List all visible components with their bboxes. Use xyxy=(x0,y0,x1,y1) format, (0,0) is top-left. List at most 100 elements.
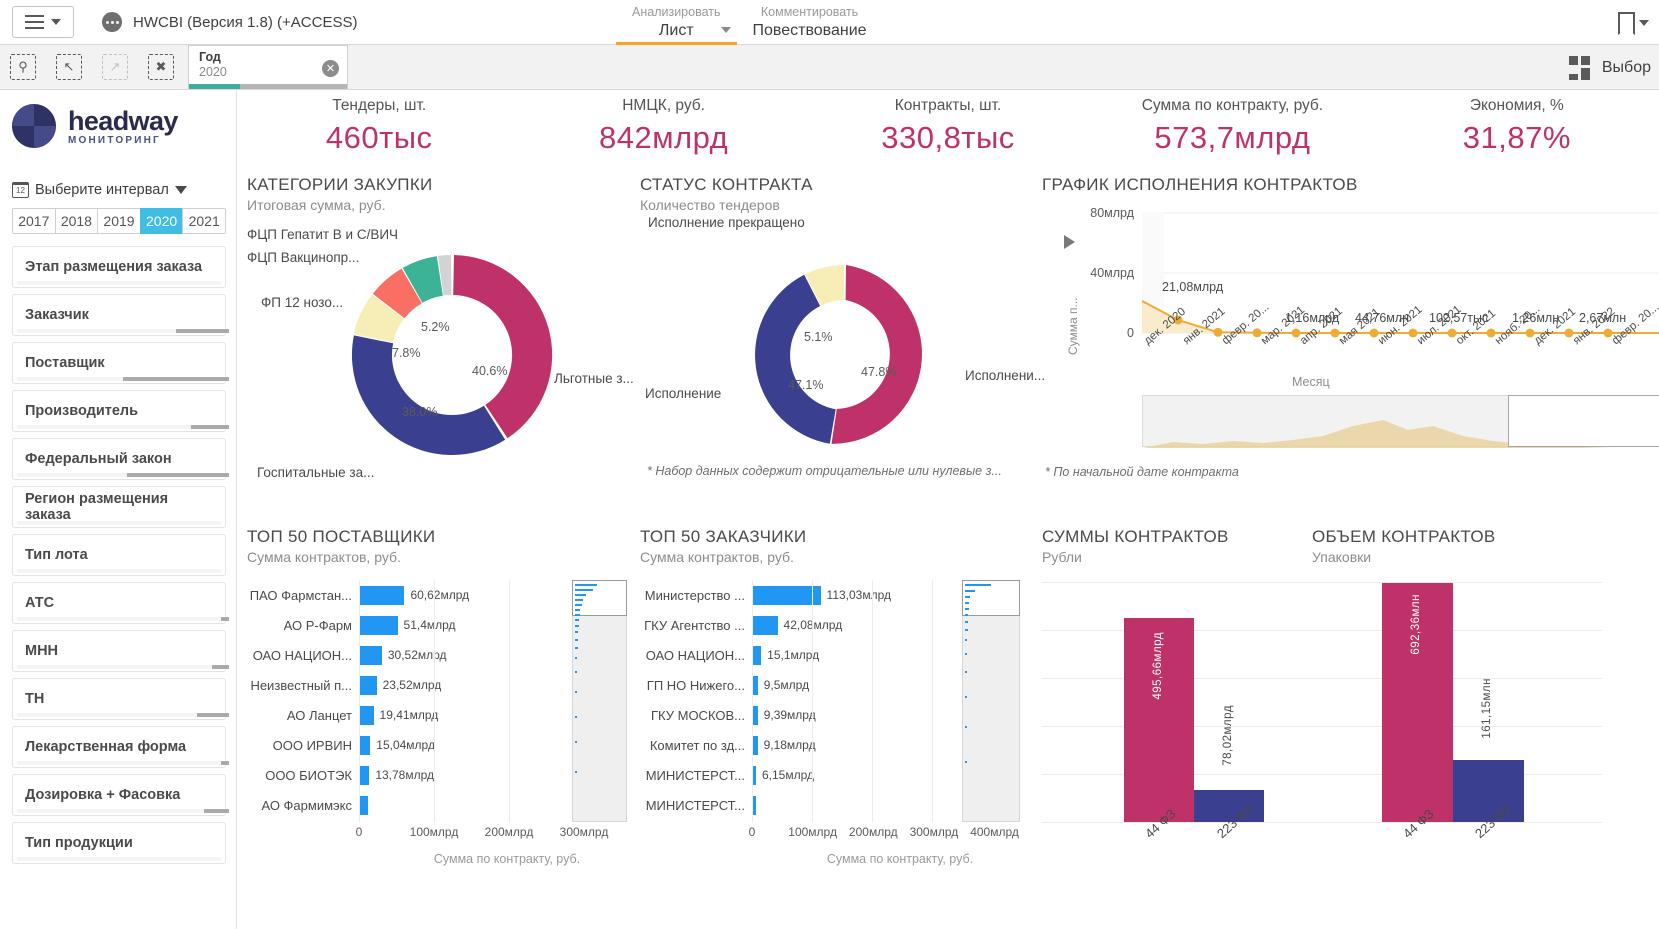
status-donut-chart[interactable]: Исполнение прекращено Исполнение Исполне… xyxy=(640,215,1045,480)
filter-8[interactable]: АТС xyxy=(12,582,229,624)
kpi-value: 460тыс xyxy=(325,120,433,155)
bar-category-label: ГКУ Агентство ... xyxy=(644,617,745,633)
filter-11[interactable]: Лекарственная форма xyxy=(12,726,229,768)
sheet-grid-icon[interactable] xyxy=(1568,55,1590,80)
bookmark-icon[interactable] xyxy=(1618,12,1635,33)
filter-3[interactable]: Поставщик xyxy=(12,342,229,384)
brand-mark-icon xyxy=(12,104,56,148)
brush-selection-window[interactable] xyxy=(1508,395,1659,447)
filter-label: Тип лота xyxy=(25,547,88,563)
bar-category-label: АО Ланцет xyxy=(286,707,352,723)
year-filter: 2017 2018 2019 2020 2021 xyxy=(12,208,226,234)
tab-comment[interactable]: Комментировать Повествование xyxy=(737,0,883,45)
year-option-2021[interactable]: 2021 xyxy=(182,208,226,234)
chevron-down-icon[interactable] xyxy=(174,186,187,194)
x-tick-label: 200млрд xyxy=(484,825,534,839)
filter-13[interactable]: Тип продукции xyxy=(12,822,226,864)
x-tick-label: 300млрд xyxy=(909,825,959,839)
bar-category-label: ОАО НАЦИОН... xyxy=(252,647,352,663)
filter-scroll-thumb[interactable] xyxy=(197,713,229,717)
tab-analyze-label: Лист xyxy=(658,21,694,39)
panel-contract-volume-subtitle: Упаковки xyxy=(1312,549,1372,565)
filter-10[interactable]: ТН xyxy=(12,678,229,720)
filter-label: Этап размещения заказа xyxy=(25,259,203,275)
clear-selections-icon[interactable]: ✖ xyxy=(148,53,174,80)
filter-scroll-thumb[interactable] xyxy=(220,761,229,765)
filter-scroll-thumb[interactable] xyxy=(123,377,229,381)
filter-scroll-thumb[interactable] xyxy=(220,617,229,621)
contract-sums-chart[interactable]: 495,66млрд 78,02млрд 44 ФЗ 223 ФЗ xyxy=(1042,580,1322,875)
selection-chip-year[interactable]: Год 2020 ✕ xyxy=(188,45,348,89)
execution-ytick-2: 80млрд xyxy=(1090,206,1134,220)
status-donut-svg[interactable] xyxy=(640,220,1040,480)
filter-scroll-track xyxy=(17,761,221,765)
categories-donut-chart[interactable]: ФЦП Гепатит В и С/ВИЧ ФЦП Вакцинопр... Ф… xyxy=(247,225,637,485)
tab-comment-caption: Комментировать xyxy=(760,4,859,19)
filter-9[interactable]: МНН xyxy=(12,630,229,672)
categories-pct-1: 38.0% xyxy=(402,405,438,419)
x-tick-label: 100млрд xyxy=(788,825,837,839)
year-option-2019[interactable]: 2019 xyxy=(97,208,140,234)
filter-1[interactable]: Этап размещения заказа xyxy=(12,246,226,288)
filter-list: Этап размещения заказа Заказчик Поставщик П… xyxy=(10,246,229,864)
filter-label: Поставщик xyxy=(25,355,105,371)
filter-scroll-thumb[interactable] xyxy=(203,809,229,813)
tab-analyze[interactable]: Анализировать Лист xyxy=(616,0,737,45)
x-tick-label: 300млрд xyxy=(559,825,609,839)
execution-line-chart[interactable]: Сумма п... 80млрд 40млрд 0 21,08млрд 1,1… xyxy=(1042,206,1659,500)
status-footnote: * Набор данных содержит отрицательные ил… xyxy=(647,464,1002,478)
filter-scroll-thumb[interactable] xyxy=(127,473,229,477)
selection-chip-field: Год xyxy=(199,50,221,64)
play-icon[interactable] xyxy=(1064,235,1075,249)
categories-label-4: ФЦП Гепатит В и С/ВИЧ xyxy=(247,227,399,242)
tab-analyze-caption: Анализировать xyxy=(632,4,721,19)
filter-2[interactable]: Заказчик xyxy=(12,294,229,336)
selection-search-icon[interactable]: ⚲ xyxy=(10,53,36,80)
app-title: HWCBI (Версия 1.8) (+ACCESS) xyxy=(133,13,358,31)
year-option-2018[interactable]: 2018 xyxy=(54,208,98,234)
top-customers-chart[interactable]: Министерство ... 113,03млрд ГКУ Агентство … xyxy=(640,580,1040,870)
kpi-label: Сумма по контракту, руб. xyxy=(1141,97,1324,114)
contract-volume-chart[interactable]: 692,36млн 161,15млн 44 ФЗ 223 ФЗ xyxy=(1312,580,1602,875)
filter-label: ТН xyxy=(25,691,45,707)
filter-label: Регион размещения заказа xyxy=(25,491,169,523)
contract-sums-value-0: 495,66млрд xyxy=(1152,632,1164,700)
customers-scroll-overview[interactable] xyxy=(962,580,1020,822)
filter-scroll-thumb[interactable] xyxy=(190,425,229,429)
year-option-2017[interactable]: 2017 xyxy=(12,208,55,234)
contract-sums-bars: 495,66млрд 78,02млрд xyxy=(1042,580,1322,822)
suppliers-scroll-overview[interactable] xyxy=(572,580,627,822)
categories-pct-2: 7.8% xyxy=(392,346,421,360)
panel-top-customers: ТОП 50 ЗАКАЗЧИКИ Сумма контрактов, руб. xyxy=(640,527,1040,565)
categories-label-3: ФЦП Вакцинопр... xyxy=(247,250,360,265)
panel-categories-title: КАТЕГОРИИ ЗАКУПКИ xyxy=(247,175,433,194)
execution-brush[interactable] xyxy=(1142,395,1659,448)
brand-logo: headway МОНИТОРИНГ xyxy=(12,104,226,148)
filter-7[interactable]: Тип лота xyxy=(12,534,226,576)
filter-5[interactable]: Федеральный закон xyxy=(12,438,229,480)
top-suppliers-chart[interactable]: ПАО Фармстан... 60,62млрд АО Р-Фарм 51,4млр… xyxy=(247,580,647,870)
filter-4[interactable]: Производитель xyxy=(12,390,229,432)
selections-label[interactable]: Выбор xyxy=(1602,59,1651,77)
filter-scroll-track xyxy=(17,521,221,525)
execution-ytick-1: 40млрд xyxy=(1090,266,1134,280)
panel-execution: ГРАФИК ИСПОЛНЕНИЯ КОНТРАКТОВ xyxy=(1042,175,1659,195)
main-menu-button[interactable] xyxy=(12,6,74,38)
filter-6[interactable]: Регион размещения заказа xyxy=(12,486,226,528)
filter-12[interactable]: Дозировка + Фасовка xyxy=(12,774,229,816)
customers-x-ticks: 0 100млрд 200млрд 300млрд 400млрд xyxy=(749,825,1037,841)
year-option-2020[interactable]: 2020 xyxy=(139,208,183,234)
chevron-down-icon[interactable] xyxy=(720,27,731,33)
panel-categories-subtitle: Итоговая сумма, руб. xyxy=(247,197,386,213)
filter-label: Производитель xyxy=(25,403,139,419)
filter-scroll-thumb[interactable] xyxy=(176,329,229,333)
status-label-0: Исполнени... xyxy=(965,368,1046,383)
kpi-label: НМЦК, руб. xyxy=(622,97,705,114)
clear-icon[interactable]: ✕ xyxy=(322,60,339,77)
filter-scroll-thumb[interactable] xyxy=(212,665,229,669)
chevron-down-icon[interactable] xyxy=(1639,19,1649,26)
x-tick-label: 0 xyxy=(355,825,363,839)
step-back-icon[interactable]: ↖ xyxy=(56,53,82,80)
interval-selector[interactable]: 12 Выберите интервал xyxy=(12,182,226,198)
tab-comment-label: Повествование xyxy=(752,21,867,39)
